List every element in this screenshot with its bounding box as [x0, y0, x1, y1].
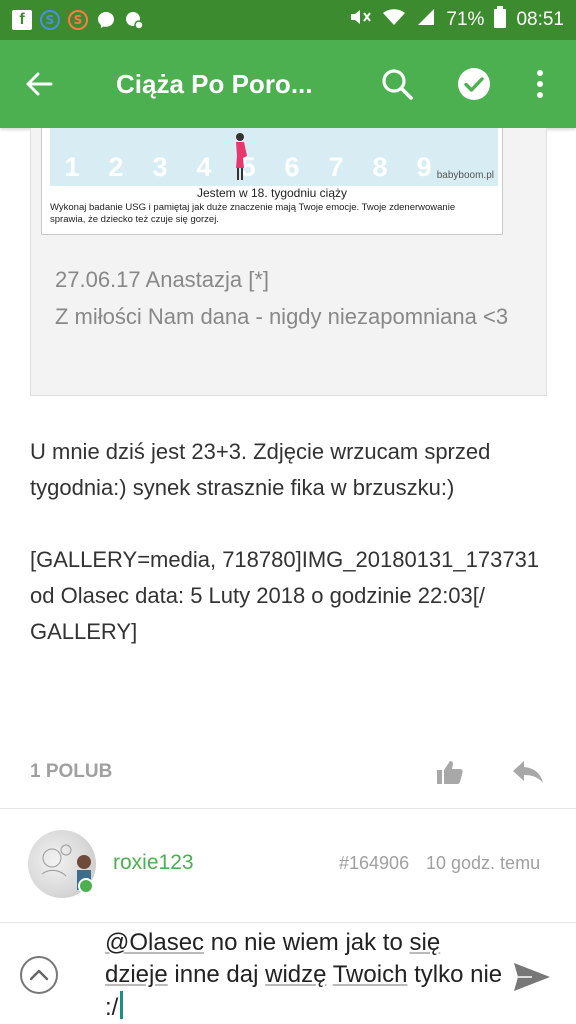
reply-button[interactable] — [510, 756, 546, 788]
reply-composer: @Olasec no nie wiem jak to się dzieje in… — [0, 922, 576, 1024]
post-actions: 1 POLUB — [30, 752, 546, 792]
clock: 08:51 — [516, 9, 564, 30]
divider — [0, 808, 576, 809]
chevron-up-icon — [29, 969, 49, 981]
ticker-number: 9 — [416, 152, 432, 182]
ticker-heading: Jestem w 18. tygodniu ciąży — [196, 186, 348, 200]
send-button[interactable] — [510, 957, 554, 997]
pregnant-woman-icon — [236, 133, 247, 180]
reply-text-spellcheck: się — [409, 929, 441, 956]
reply-text-spellcheck: Twoich — [332, 961, 408, 988]
status-bar: f S S 71% 08:51 — [0, 0, 576, 40]
quote-line: 27.06.17 Anastazja [*] — [55, 267, 270, 292]
ticker-number: 3 — [152, 152, 168, 182]
mark-read-button[interactable] — [452, 62, 496, 106]
post-timestamp: 10 godz. temu — [426, 853, 541, 873]
back-button[interactable] — [0, 40, 78, 128]
ticker-description: Wykonaj badanie USG i pamiętaj jak duże … — [50, 202, 456, 225]
post-content: U mnie dziś jest 23+3. Zdjęcie wrzucam s… — [30, 434, 550, 686]
text-cursor — [120, 991, 124, 1019]
messenger-icon — [96, 10, 116, 30]
quote-block: 1 2 3 4 5 6 7 8 9 babyboom.pl Jestem w 1… — [30, 128, 547, 396]
quote-line: Z miłości Nam dana - nigdy niezapomniana… — [55, 304, 509, 329]
ticker-number: 1 — [64, 152, 80, 182]
reply-text-input[interactable]: @Olasec no nie wiem jak to się dzieje in… — [105, 927, 505, 1024]
post-id[interactable]: #164906 — [339, 853, 409, 874]
ticker-number: 7 — [328, 152, 344, 182]
reply-text: no nie wiem jak to — [204, 929, 410, 956]
page-title: Ciąża Po Poro... — [116, 68, 313, 99]
post-paragraph: U mnie dziś jest 23+3. Zdjęcie wrzucam s… — [30, 439, 491, 500]
pregnancy-ticker-image: 1 2 3 4 5 6 7 8 9 babyboom.pl Jestem w 1… — [41, 128, 503, 235]
like-button[interactable] — [434, 756, 466, 788]
mention-text: @Olasec — [105, 929, 205, 956]
author-name[interactable]: roxie123 — [113, 851, 194, 875]
reply-text: inne daj — [167, 961, 266, 988]
check-icon — [458, 68, 490, 100]
more-options-button[interactable] — [518, 62, 562, 106]
chat-icon — [124, 10, 144, 30]
reply-text-spellcheck: dzieje — [105, 961, 168, 988]
notification-icons: f S S — [12, 10, 144, 30]
search-button[interactable] — [375, 62, 419, 106]
ticker-number: 2 — [108, 152, 124, 182]
back-arrow-icon — [26, 72, 53, 96]
more-vert-icon — [537, 70, 543, 98]
search-icon — [382, 69, 413, 100]
ticker-site: babyboom.pl — [436, 170, 494, 181]
battery-percent: 71% — [446, 9, 485, 30]
facebook-icon: f — [12, 10, 32, 30]
battery-icon — [494, 6, 507, 34]
wifi-icon — [382, 7, 406, 33]
ticker-number: 6 — [284, 152, 300, 182]
expand-composer-button[interactable] — [20, 956, 58, 994]
system-status: 71% 08:51 — [348, 6, 564, 34]
quote-text: 27.06.17 Anastazja [*] Z miłości Nam dan… — [55, 261, 525, 335]
online-status-indicator — [78, 878, 94, 894]
reply-text-spellcheck: widzę — [265, 961, 327, 988]
mute-icon — [348, 7, 372, 33]
gallery-tag-text: [GALLERY=media, 718780]IMG_20180131_1737… — [30, 547, 540, 644]
ticker-number: 4 — [196, 152, 212, 182]
thumbs-up-icon — [437, 761, 463, 784]
signal-icon — [416, 7, 436, 33]
sync-orange-icon: S — [68, 10, 88, 30]
ticker-number: 8 — [372, 152, 388, 182]
reply-icon — [513, 761, 543, 783]
send-icon — [514, 963, 550, 991]
like-count[interactable]: 1 POLUB — [30, 761, 112, 783]
sync-blue-icon: S — [40, 10, 60, 30]
app-bar: Ciąża Po Poro... — [0, 40, 576, 128]
